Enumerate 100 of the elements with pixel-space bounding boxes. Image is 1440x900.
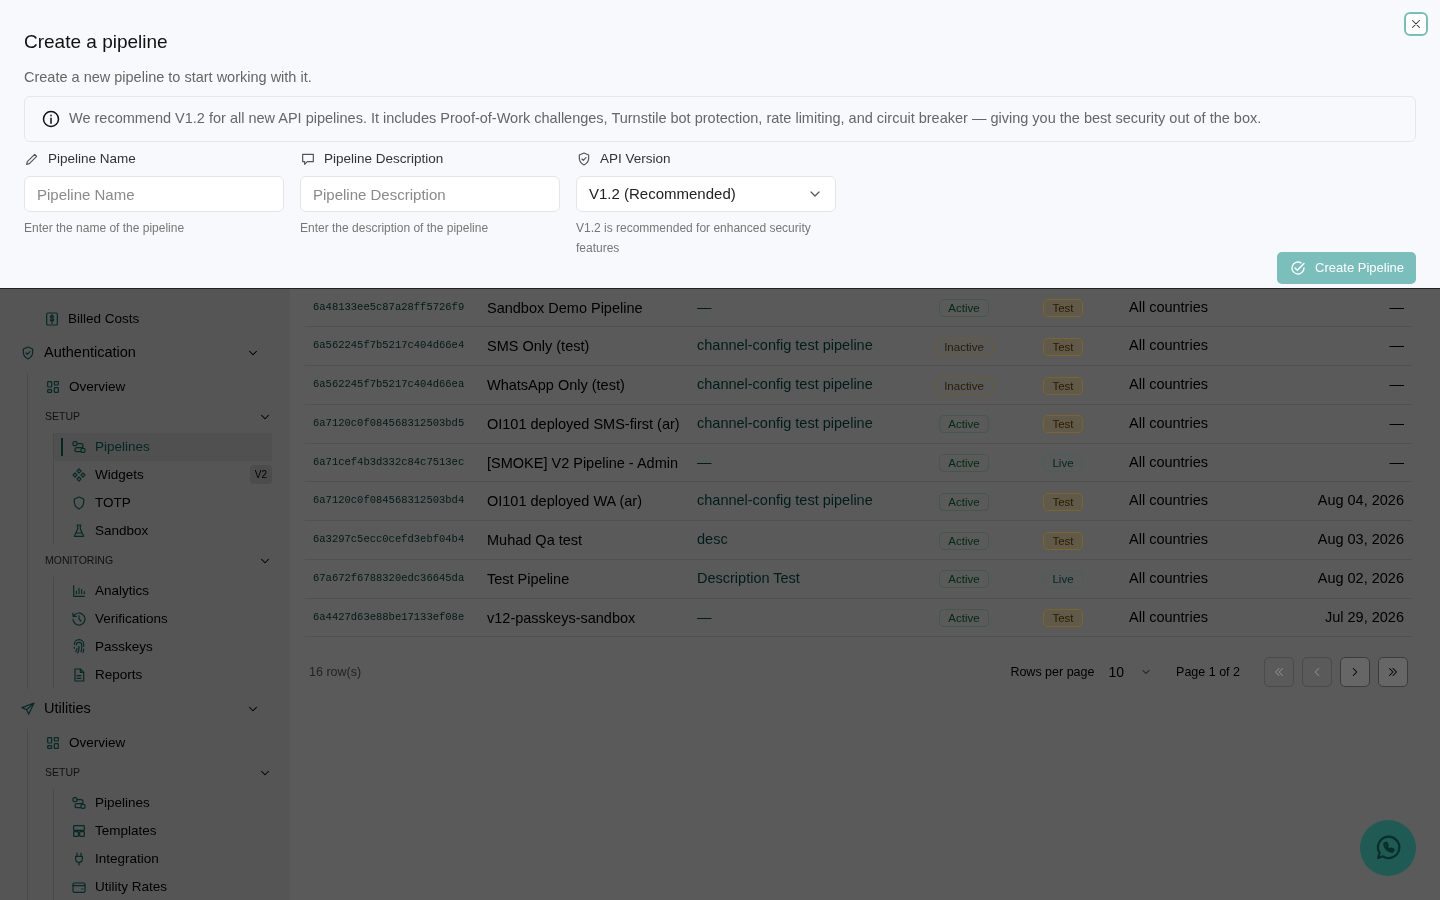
country-cell-text: All countries: [1128, 297, 1209, 317]
shield-icon: [71, 494, 87, 511]
status-tag: Active: [939, 454, 989, 473]
group-title: SETUP: [45, 408, 81, 424]
id-cell-text: 67a672f6788320edc36645da: [313, 570, 466, 586]
id-cell-text: 6a48133ee5c87a28ff5726f9: [313, 299, 466, 315]
sidebar-item[interactable]: Pipelines: [54, 788, 272, 817]
chat-button[interactable]: [1360, 820, 1416, 876]
section-header[interactable]: Authentication: [20, 332, 260, 373]
environment-tag: Test: [1043, 299, 1083, 318]
status-tag: Inactive: [935, 376, 993, 395]
group-title: MONITORING: [45, 552, 115, 568]
date-cell-text: —: [1388, 297, 1404, 317]
section-title: Authentication: [44, 342, 137, 362]
name-cell-text: SMS Only (test): [487, 337, 591, 357]
history-icon: [71, 610, 87, 627]
sidebar-item[interactable]: Templates: [54, 816, 272, 845]
version-badge: V2: [249, 465, 272, 485]
name-cell-text: Sandbox Demo Pipeline: [487, 298, 644, 318]
description-cell-text: channel-config test pipeline: [697, 413, 874, 433]
id-cell-text: 6a562245f7b5217c404d66ea: [313, 377, 466, 393]
next-page-button[interactable]: [1340, 657, 1370, 688]
date-cell-text: Aug 02, 2026: [1316, 568, 1404, 588]
date-cell-text: —: [1388, 452, 1404, 472]
environment-tag: Live: [1043, 454, 1083, 473]
name-cell-text: [SMOKE] V2 Pipeline - Admin: [487, 453, 679, 473]
input-field[interactable]: Pipeline Name: [24, 176, 284, 212]
page-indicator: Page 1 of 2: [1176, 664, 1240, 682]
environment-tag: Test: [1043, 492, 1083, 511]
last-page-button[interactable]: [1378, 657, 1408, 688]
field-label: API Version: [600, 149, 671, 168]
field-label: Pipeline Description: [324, 149, 444, 168]
close-button[interactable]: [1404, 12, 1428, 36]
document-icon: [71, 666, 87, 683]
id-cell-text: 6a71cef4b3d332c84c7513ec: [313, 454, 466, 470]
country-cell-text: All countries: [1128, 452, 1209, 472]
help-text: Enter the name of the pipeline: [24, 220, 186, 237]
help-text: Enter the description of the pipeline: [300, 220, 490, 237]
sidebar-item[interactable]: Verifications: [54, 604, 272, 633]
bar-chart-icon: [71, 582, 87, 599]
rows-per-page-label: Rows per page: [1010, 664, 1095, 682]
status-tag: Inactive: [935, 337, 993, 356]
date-cell-text: Aug 04, 2026: [1316, 491, 1404, 511]
sidebar-item[interactable]: Pipelines: [54, 432, 272, 461]
sidebar-item[interactable]: Overview: [28, 728, 272, 757]
sidebar-item[interactable]: Integration: [54, 844, 272, 873]
id-cell-text: 6a7120c0f084568312503bd5: [313, 415, 466, 431]
create-button[interactable]: Create Pipeline: [1277, 252, 1416, 284]
pencil-icon: [24, 151, 40, 167]
sidebar-item[interactable]: TOTP: [54, 488, 272, 517]
modal-subtitle: Create a new pipeline to start working with it.: [24, 67, 313, 87]
status-tag: Active: [939, 415, 989, 434]
sidebar-item[interactable]: Overview: [28, 372, 272, 401]
select-value: V1.2 (Recommended): [589, 183, 736, 204]
select-field[interactable]: V1.2 (Recommended): [576, 176, 836, 212]
sidebar-item[interactable]: Sandbox: [54, 516, 272, 545]
layout-icon: [71, 822, 87, 839]
date-cell-text: Jul 29, 2026: [1324, 607, 1404, 627]
sidebar-item[interactable]: Utility Rates: [54, 872, 272, 900]
field-label: Pipeline Name: [48, 149, 136, 168]
description-cell-text: —: [697, 297, 713, 317]
date-cell-text: —: [1388, 413, 1404, 433]
environment-tag: Live: [1043, 570, 1083, 589]
country-cell-text: All countries: [1128, 491, 1209, 511]
group-header[interactable]: SETUP: [28, 400, 272, 433]
status-tag: Active: [939, 492, 989, 511]
grid-icon: [45, 378, 61, 395]
chat-bubble-icon: [300, 151, 316, 167]
rows-per-page-select[interactable]: 10: [1108, 661, 1153, 683]
description-cell-text: channel-config test pipeline: [697, 491, 874, 511]
country-cell-text: All countries: [1128, 530, 1209, 550]
dollar-icon: [44, 310, 60, 327]
send-icon: [20, 700, 36, 717]
sidebar-item[interactable]: Billed Costs: [20, 304, 272, 333]
group-header[interactable]: MONITORING: [28, 544, 272, 577]
group-header[interactable]: SETUP: [28, 756, 272, 789]
check-circle-icon: [1289, 259, 1308, 277]
input-field[interactable]: Pipeline Description: [300, 176, 560, 212]
environment-tag: Test: [1043, 376, 1083, 395]
description-cell-text: channel-config test pipeline: [697, 375, 874, 395]
description-cell-text: —: [697, 452, 713, 472]
id-cell-text: 6a3297c5ecc0cefd3ebf04b4: [313, 532, 466, 548]
description-cell-text: channel-config test pipeline: [697, 336, 874, 356]
help-text: V1.2 is recommended for enhanced security features: [576, 220, 812, 257]
sidebar-item[interactable]: Passkeys: [54, 632, 272, 661]
name-cell-text: Muhad Qa test: [487, 531, 584, 551]
sidebar-item[interactable]: Analytics: [54, 576, 272, 605]
info-icon: [41, 109, 61, 130]
notice-text: We recommend V1.2 for all new API pipelines. It includes Proof-of-Work challenges, Turnstile bot protection, rate limiting, and circuit breaker — giving you the best security out of the box.: [69, 109, 1262, 129]
sidebar-item[interactable]: Widgets V2: [54, 460, 272, 489]
section-header[interactable]: Utilities: [20, 688, 260, 729]
sidebar-item[interactable]: Reports: [54, 660, 272, 689]
country-cell-text: All countries: [1128, 413, 1209, 433]
name-cell-text: Test Pipeline: [487, 569, 571, 589]
flask-icon: [71, 522, 87, 539]
id-cell-text: 6a7120c0f084568312503bd4: [313, 493, 466, 509]
status-tag: Active: [939, 531, 989, 550]
status-tag: Active: [939, 570, 989, 589]
country-cell-text: All countries: [1128, 607, 1209, 627]
country-cell-text: All countries: [1128, 568, 1209, 588]
